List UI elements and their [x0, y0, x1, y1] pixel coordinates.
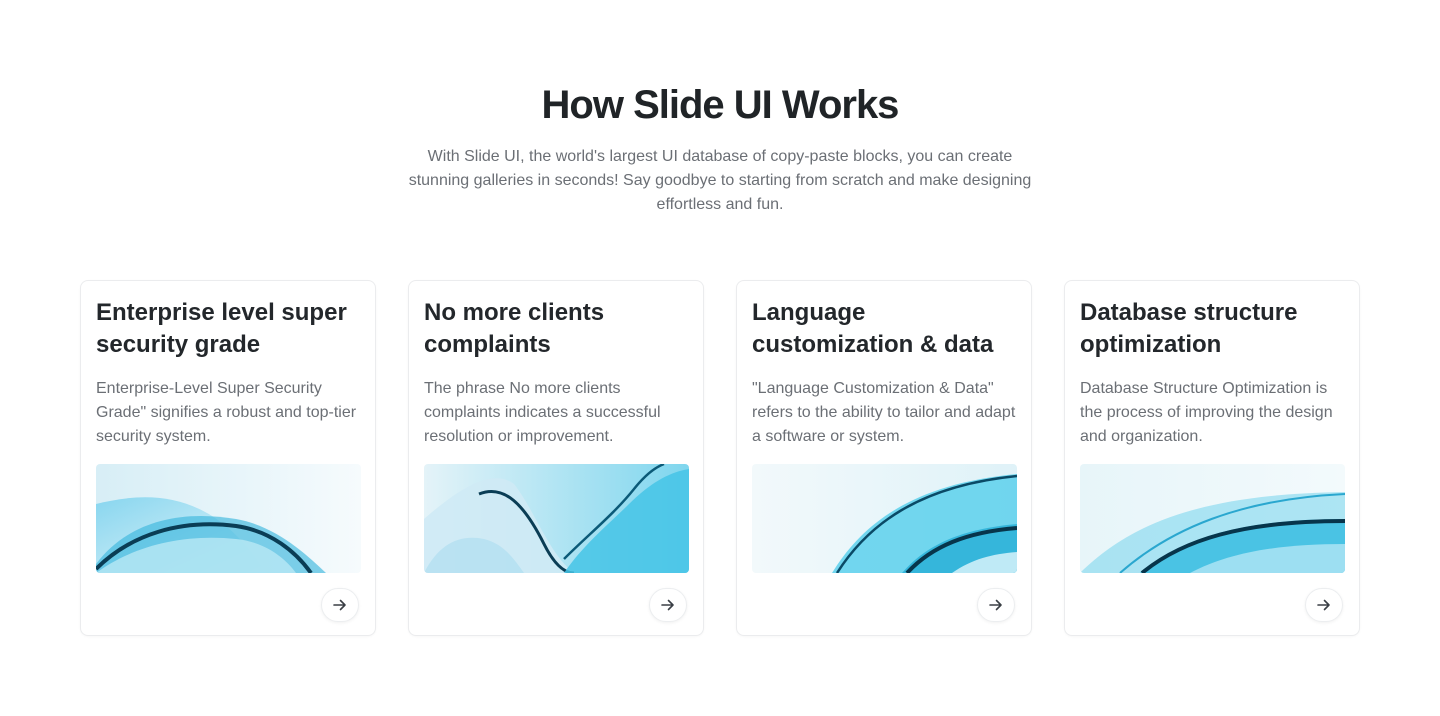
card-arrow-button[interactable]	[977, 588, 1015, 622]
card-arrow-button[interactable]	[1305, 588, 1343, 622]
feature-card-database[interactable]: Database structure optimization Database…	[1064, 280, 1360, 636]
feature-card-language[interactable]: Language customization & data "Language …	[736, 280, 1032, 636]
card-description: The phrase No more clients complaints in…	[424, 380, 661, 445]
card-description: Database Structure Optimization is the p…	[1080, 380, 1333, 445]
section-subtitle: With Slide UI, the world's largest UI da…	[408, 148, 1032, 213]
card-title: No more clients complaints	[424, 299, 605, 358]
feature-cards: Enterprise level super security grade En…	[80, 280, 1360, 636]
how-it-works-section: How Slide UI Works With Slide UI, the wo…	[0, 0, 1440, 716]
abstract-wave-image	[752, 464, 1017, 573]
arrow-right-icon	[1317, 599, 1330, 611]
card-image	[424, 464, 689, 573]
card-description: Enterprise-Level Super Security Grade" s…	[96, 380, 357, 445]
card-image	[96, 464, 361, 573]
card-arrow-button[interactable]	[649, 588, 687, 622]
section-heading: How Slide UI Works	[541, 83, 900, 127]
arrow-right-icon	[989, 599, 1002, 611]
card-image	[752, 464, 1017, 573]
abstract-wave-image	[1080, 464, 1345, 573]
arrow-right-icon	[333, 599, 346, 611]
card-description: "Language Customization & Data" refers t…	[752, 380, 1016, 445]
abstract-wave-image	[424, 464, 689, 573]
feature-card-security[interactable]: Enterprise level super security grade En…	[80, 280, 376, 636]
arrow-right-icon	[661, 599, 674, 611]
card-arrow-button[interactable]	[321, 588, 359, 622]
abstract-wave-image	[96, 464, 361, 573]
card-title: Enterprise level super security grade	[96, 299, 347, 358]
card-title: Database structure optimization	[1080, 299, 1298, 358]
card-image	[1080, 464, 1345, 573]
card-title: Language customization & data	[752, 299, 994, 358]
feature-card-clients[interactable]: No more clients complaints The phrase No…	[408, 280, 704, 636]
